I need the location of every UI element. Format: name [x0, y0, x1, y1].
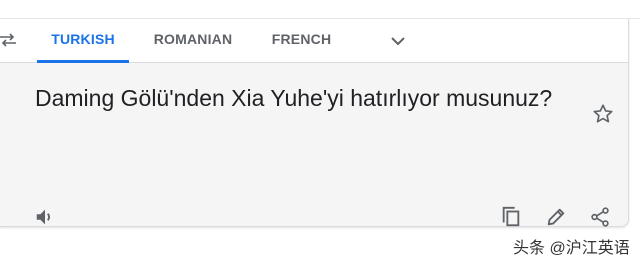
star-icon[interactable]	[592, 103, 614, 125]
translation-card: TURKISH ROMANIAN FRENCH Daming Gölü'nden…	[0, 19, 629, 227]
copy-icon[interactable]	[500, 206, 522, 228]
tab-turkish[interactable]: TURKISH	[37, 19, 129, 63]
speaker-icon[interactable]	[34, 206, 56, 228]
swap-languages-icon[interactable]	[0, 31, 18, 49]
watermark: 头条 @沪江英语	[513, 240, 630, 257]
chevron-down-icon[interactable]	[388, 31, 408, 51]
tab-french[interactable]: FRENCH	[264, 19, 339, 62]
share-icon[interactable]	[589, 206, 611, 228]
language-tabs: TURKISH ROMANIAN FRENCH	[0, 19, 628, 63]
tab-romanian[interactable]: ROMANIAN	[150, 19, 236, 62]
edit-icon[interactable]	[545, 206, 567, 228]
translated-text: Daming Gölü'nden Xia Yuhe'yi hatırlıyor …	[35, 85, 553, 111]
